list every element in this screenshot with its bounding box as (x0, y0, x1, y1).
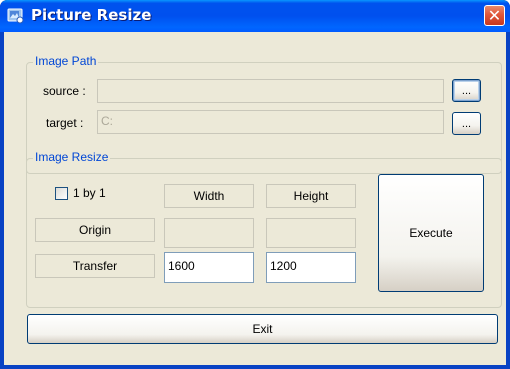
window-frame-right (506, 32, 510, 365)
one-by-one-label[interactable]: 1 by 1 (73, 186, 106, 200)
width-header: Width (164, 184, 254, 208)
source-browse-button[interactable]: ... (452, 79, 481, 102)
target-path-field[interactable]: C: (97, 110, 444, 134)
target-browse-button[interactable]: ... (452, 112, 481, 135)
source-path-field[interactable] (97, 79, 444, 103)
exit-button[interactable]: Exit (27, 314, 498, 344)
window-frame-bottom (0, 365, 510, 369)
window-title: Picture Resize (31, 6, 152, 24)
transfer-label: Transfer (35, 254, 155, 278)
one-by-one-checkbox[interactable] (55, 187, 68, 200)
title-bar[interactable]: Picture Resize ✕ (0, 0, 510, 32)
origin-label: Origin (35, 218, 155, 242)
picture-resize-app-icon (7, 8, 24, 24)
origin-width-field[interactable] (164, 218, 254, 248)
transfer-height-field[interactable]: 1200 (266, 252, 356, 283)
image-resize-group-title: Image Resize (33, 150, 111, 164)
transfer-width-field[interactable]: 1600 (164, 252, 254, 283)
close-button[interactable]: ✕ (484, 5, 505, 26)
target-label: target : (46, 116, 84, 130)
height-header: Height (266, 184, 356, 208)
picture-resize-window: Picture Resize ✕ Image Path source : ...… (0, 0, 510, 369)
close-icon: ✕ (487, 6, 502, 25)
origin-height-field[interactable] (266, 218, 356, 248)
source-label: source : (43, 84, 86, 98)
image-path-group-title: Image Path (33, 54, 99, 68)
window-client-area: Image Path source : ... target : C: ... … (4, 32, 506, 365)
execute-button[interactable]: Execute (378, 174, 484, 292)
